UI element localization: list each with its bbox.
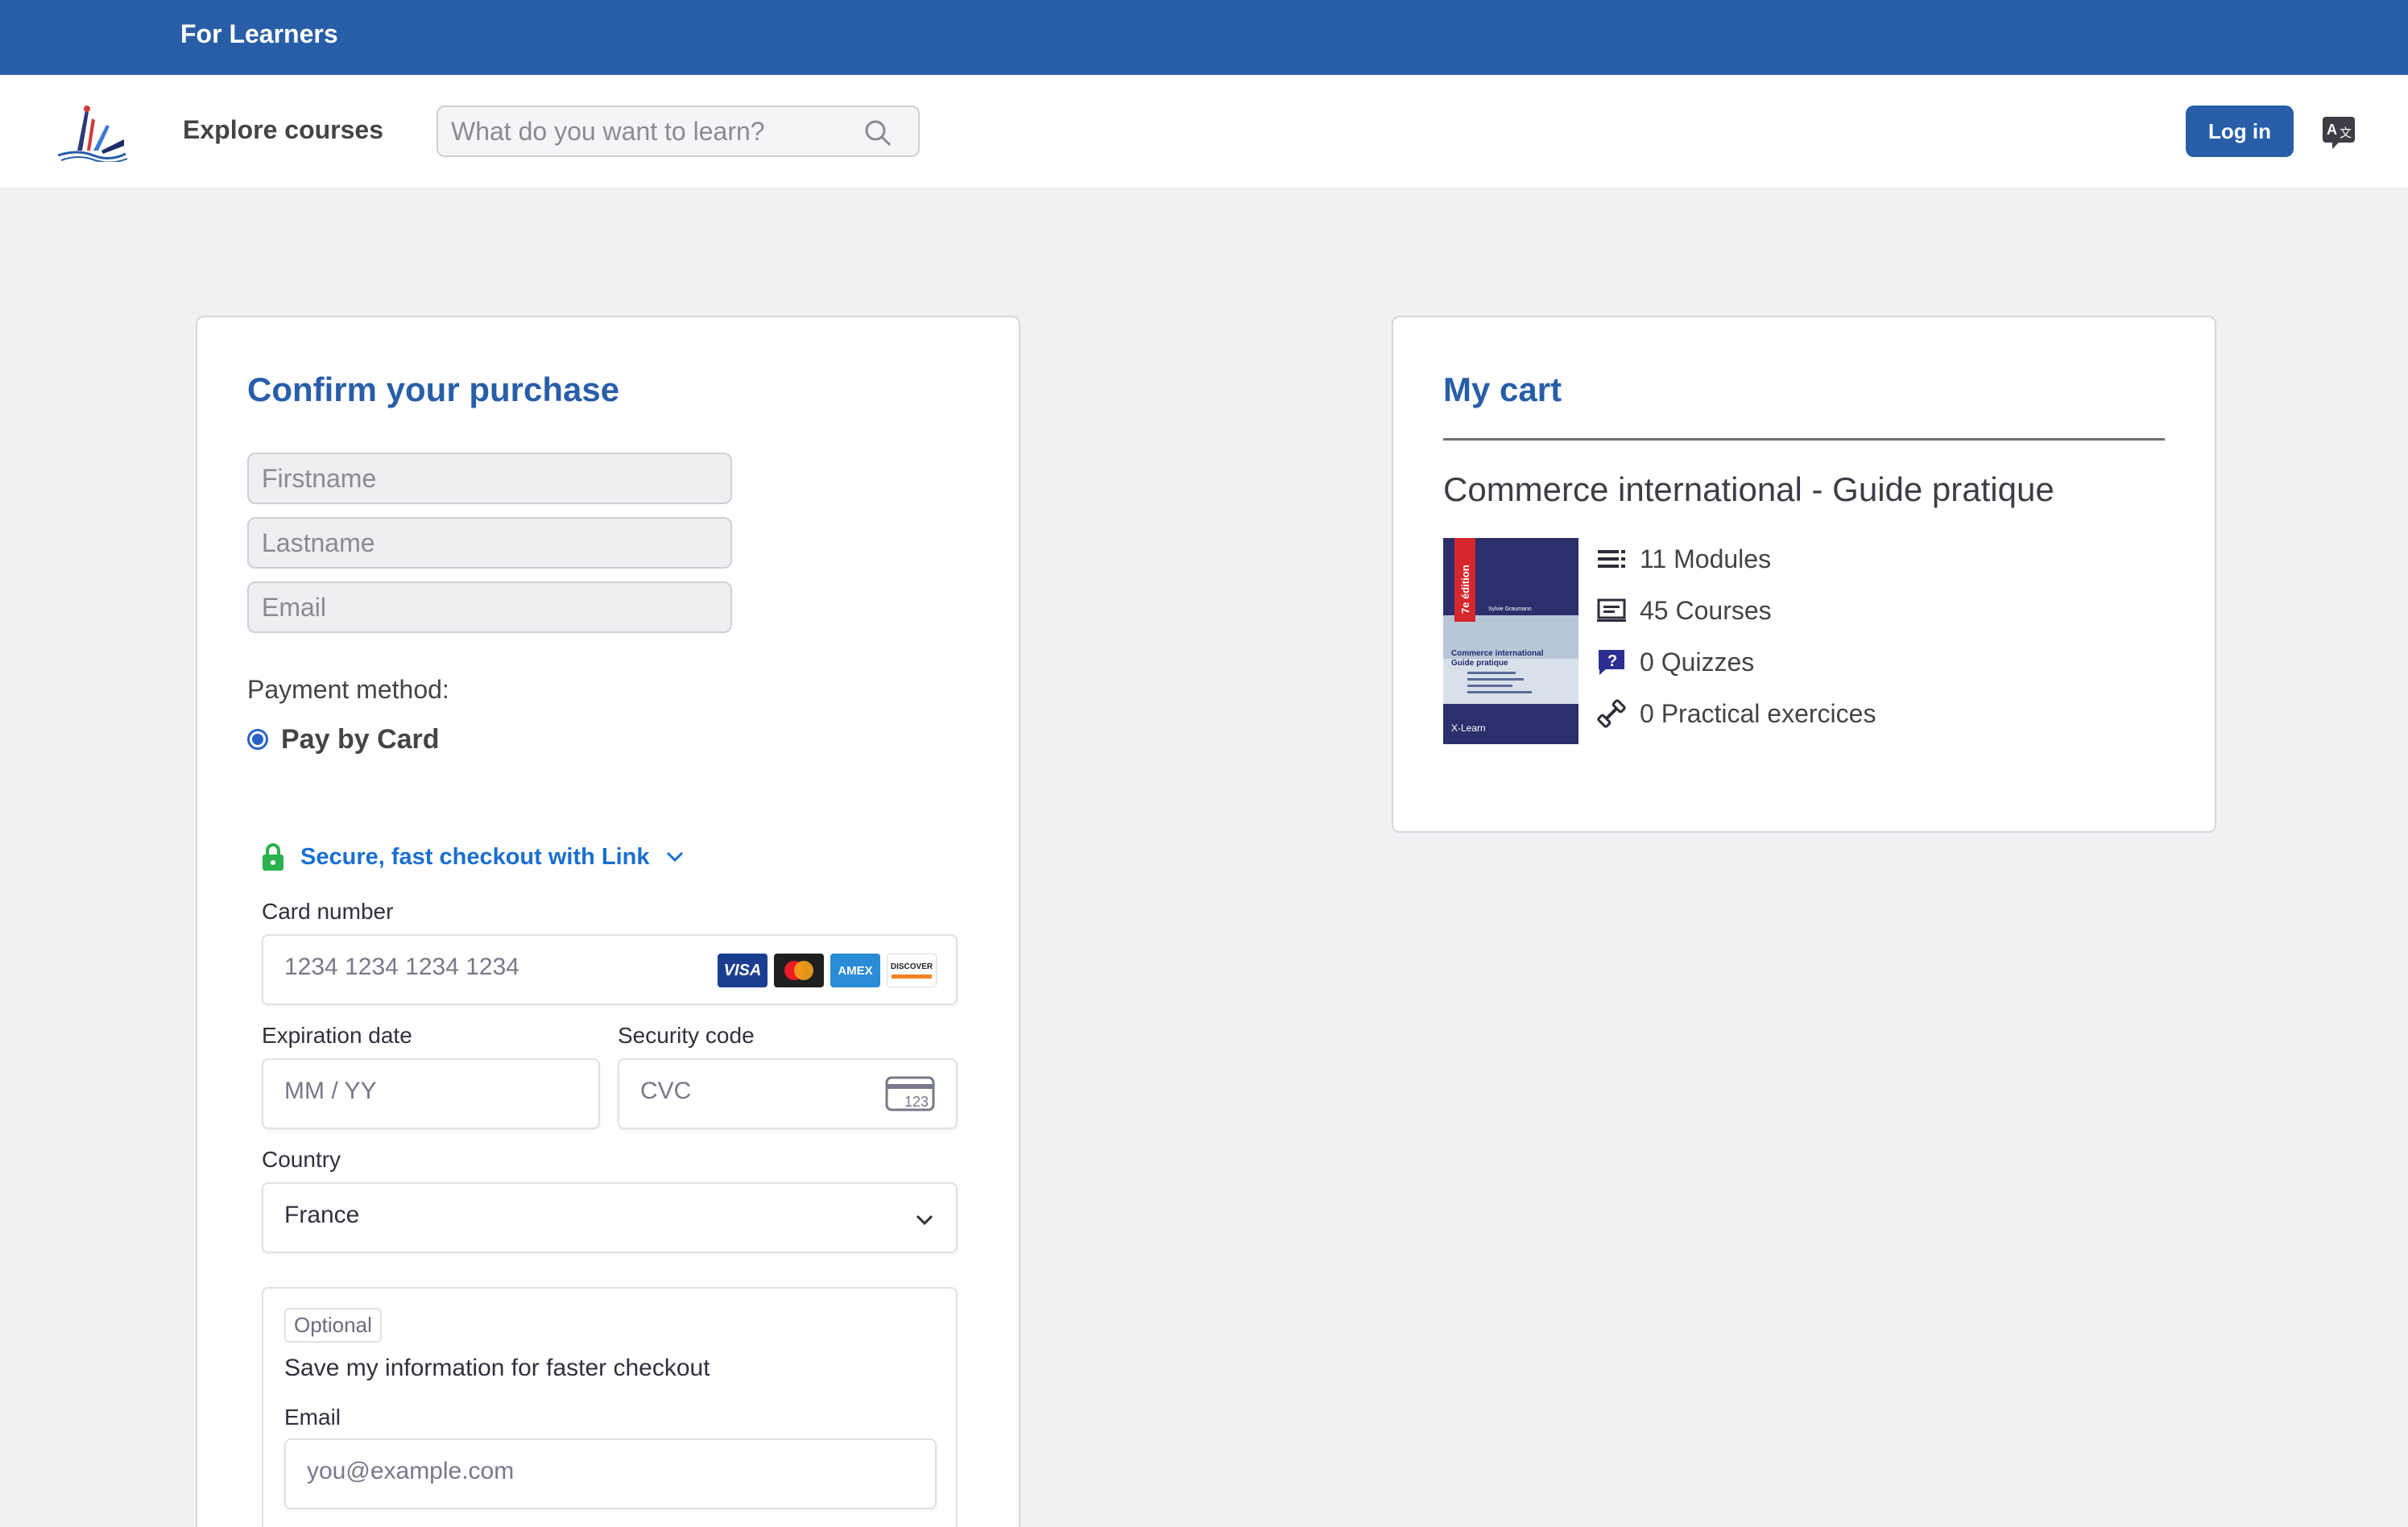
payment-method-label: Payment method:	[247, 675, 449, 704]
pay-by-card-label: Pay by Card	[281, 723, 440, 755]
svg-text:?: ?	[1607, 652, 1617, 670]
lock-icon	[263, 843, 283, 871]
book-author: Sylvie Graumann	[1488, 606, 1532, 612]
laptop-icon	[1597, 598, 1626, 622]
cvc-card-icon: 123	[885, 1076, 935, 1111]
search-icon[interactable]	[863, 118, 892, 147]
firstname-input[interactable]	[249, 454, 730, 503]
navbar: Explore courses Log in A 文	[0, 75, 2408, 188]
security-code-label: Security code	[618, 1023, 755, 1048]
pay-by-card-radio[interactable]	[247, 729, 268, 750]
language-icon[interactable]: A 文	[2321, 115, 2356, 151]
list-icon	[1598, 550, 1625, 568]
link-checkout-toggle[interactable]: Secure, fast checkout with Link	[262, 839, 685, 875]
country-label: Country	[262, 1147, 341, 1172]
explore-courses-link[interactable]: Explore courses	[183, 115, 383, 145]
feature-modules-text: 11 Modules	[1640, 544, 1772, 573]
link-checkout-text: Secure, fast checkout with Link	[300, 843, 650, 870]
svg-text:A: A	[2327, 122, 2337, 138]
feature-modules: 11 Modules	[1596, 541, 1771, 577]
purchase-title: Confirm your purchase	[247, 370, 620, 408]
security-code-field[interactable]: CVC 123	[618, 1058, 958, 1129]
country-select[interactable]: France	[262, 1182, 958, 1253]
feature-exercices: 0 Practical exercices	[1596, 696, 1876, 731]
optional-tag: Optional	[284, 1308, 382, 1343]
lastname-field[interactable]	[247, 517, 732, 569]
lastname-input[interactable]	[249, 519, 730, 567]
book-title-line1: Commerce international	[1451, 649, 1544, 658]
quiz-icon: ?	[1599, 650, 1624, 675]
link-email-placeholder: you@example.com	[307, 1458, 515, 1484]
country-value: France	[284, 1202, 360, 1228]
logo-icon[interactable]	[53, 102, 129, 162]
dumbbell-icon	[1597, 699, 1626, 728]
feature-courses: 45 Courses	[1596, 593, 1772, 628]
firstname-field[interactable]	[247, 453, 732, 504]
feature-quizzes-text: 0 Quizzes	[1640, 647, 1755, 677]
pay-by-card-option[interactable]: Pay by Card	[247, 723, 440, 755]
cvc-icon-text: 123	[904, 1094, 929, 1110]
book-publisher: X-Learn	[1451, 722, 1486, 734]
search-input[interactable]	[451, 114, 862, 149]
card-number-placeholder: 1234 1234 1234 1234	[284, 954, 519, 980]
link-email-field[interactable]: you@example.com	[284, 1438, 937, 1509]
login-button[interactable]: Log in	[2186, 106, 2294, 157]
cvc-placeholder: CVC	[640, 1078, 692, 1104]
expiration-label: Expiration date	[262, 1023, 412, 1048]
save-info-text: Save my information for faster checkout	[284, 1355, 710, 1381]
card-number-label: Card number	[262, 899, 394, 924]
email-input[interactable]	[249, 583, 730, 631]
feature-quizzes: ? 0 Quizzes	[1596, 644, 1754, 680]
cart-card: My cart Commerce international - Guide p…	[1392, 316, 2216, 833]
for-learners-link[interactable]: For Learners	[180, 19, 338, 49]
svg-text:文: 文	[2340, 126, 2352, 140]
cart-divider	[1443, 438, 2165, 441]
discover-icon: DISCOVER	[887, 954, 937, 987]
email-field[interactable]	[247, 581, 732, 633]
chevron-down-icon	[916, 1215, 933, 1226]
book-edition: 7e édition	[1459, 565, 1471, 614]
visa-icon: VISA	[718, 954, 767, 987]
book-title-line2: Guide pratique	[1451, 659, 1508, 668]
expiration-field[interactable]: MM / YY	[262, 1058, 600, 1129]
amex-icon: AMEX	[830, 954, 880, 987]
save-info-box: Optional Save my information for faster …	[262, 1287, 958, 1527]
link-email-label: Email	[284, 1405, 341, 1430]
book-cover-image[interactable]: 7e édition Sylvie Graumann Commerce inte…	[1443, 538, 1578, 744]
cart-title: My cart	[1443, 370, 1562, 408]
mastercard-icon	[774, 954, 824, 987]
discover-label: DISCOVER	[890, 962, 933, 971]
feature-exercices-text: 0 Practical exercices	[1640, 698, 1876, 728]
expiration-placeholder: MM / YY	[284, 1078, 377, 1104]
search-box[interactable]	[437, 106, 920, 157]
purchase-card: Confirm your purchase Payment method: Pa…	[196, 316, 1020, 1527]
cart-product-title[interactable]: Commerce international - Guide pratique	[1443, 470, 2054, 509]
chevron-down-icon	[666, 851, 683, 863]
card-number-field[interactable]: 1234 1234 1234 1234 VISA AMEX DISCOVER	[262, 934, 958, 1005]
top-bar: For Learners	[0, 0, 2408, 75]
feature-courses-text: 45 Courses	[1640, 595, 1772, 625]
